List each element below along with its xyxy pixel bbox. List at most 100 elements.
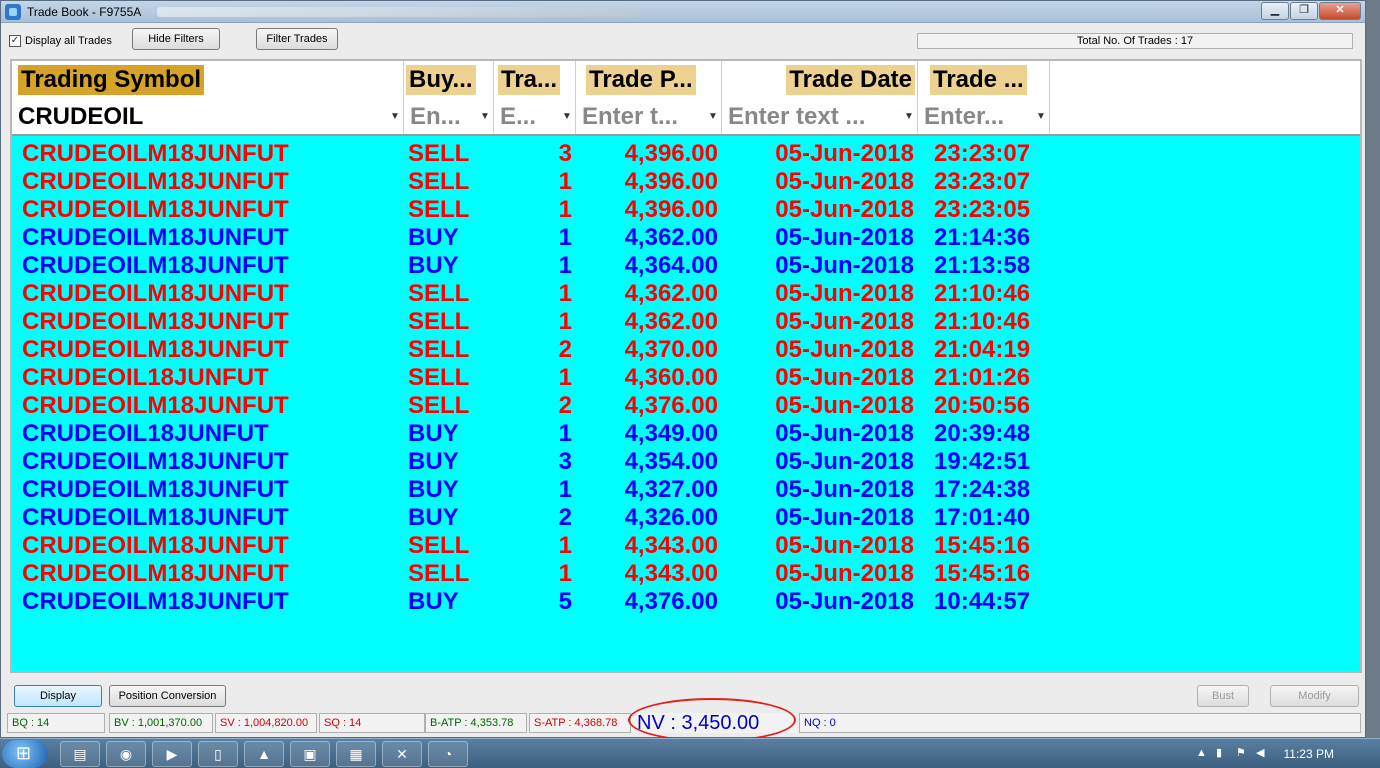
close-button[interactable]: ✕ [1319, 2, 1361, 20]
window-icon[interactable]: ▣ [290, 741, 330, 767]
column-header-trade-time[interactable]: Trade ... [918, 61, 1050, 98]
trade-grid[interactable]: Trading Symbol Buy... Tra... Trade P... … [10, 59, 1362, 673]
taskbar-clock[interactable]: 11:23 PM [1284, 747, 1334, 761]
media-player-icon[interactable]: ▶ [152, 741, 192, 767]
cell-buy-sell: SELL [408, 364, 470, 391]
cell-trade-qty: 2 [558, 336, 572, 363]
cell-trade-time: 15:45:16 [934, 532, 1031, 559]
excel-icon[interactable]: ✕ [382, 741, 422, 767]
filter-funnel-icon[interactable]: ▼ [389, 110, 401, 124]
cell-trading-symbol: CRUDEOILM18JUNFUT [22, 532, 289, 559]
cell-trade-qty: 1 [558, 476, 572, 503]
signal-icon[interactable]: ▮ [1216, 746, 1222, 759]
filter-cell-trade-qty[interactable]: E... ▼ [494, 98, 576, 134]
explorer-icon[interactable]: ▤ [60, 741, 100, 767]
title-bar[interactable]: Trade Book - F9755A ▁ ❐ ✕ [1, 1, 1365, 23]
filter-cell-trading-symbol[interactable]: CRUDEOIL ▼ [12, 98, 404, 134]
cell-buy-sell: SELL [408, 392, 470, 419]
volume-icon[interactable]: ◀ [1256, 746, 1264, 759]
cell-trade-time: 10:44:57 [934, 588, 1031, 615]
cell-trade-date: 05-Jun-2018 [775, 588, 914, 615]
cell-trade-date: 05-Jun-2018 [775, 448, 914, 475]
modify-button[interactable]: Modify [1270, 685, 1359, 707]
filter-trades-button[interactable]: Filter Trades [256, 28, 338, 50]
table-row[interactable]: CRUDEOIL18JUNFUT BUY 1 4,349.00 05-Jun-2018 2… [12, 420, 1360, 448]
trading-app-icon[interactable]: ▲ [244, 741, 284, 767]
table-row[interactable]: CRUDEOILM18JUNFUT SELL 1 4,362.00 05-Jun-201… [12, 280, 1360, 308]
cell-trading-symbol: CRUDEOILM18JUNFUT [22, 308, 289, 335]
table-row[interactable]: CRUDEOILM18JUNFUT BUY 1 4,327.00 05-Jun-2018… [12, 476, 1360, 504]
calculator-icon[interactable]: ▦ [336, 741, 376, 767]
filter-funnel-icon[interactable]: ▼ [561, 110, 573, 124]
column-header-trade-qty[interactable]: Tra... [494, 61, 576, 98]
bust-button[interactable]: Bust [1197, 685, 1249, 707]
table-row[interactable]: CRUDEOILM18JUNFUT SELL 3 4,396.00 05-Jun-201… [12, 140, 1360, 168]
cell-trade-time: 17:01:40 [934, 504, 1031, 531]
cell-trade-date: 05-Jun-2018 [775, 476, 914, 503]
start-button[interactable] [2, 740, 48, 768]
table-row[interactable]: CRUDEOILM18JUNFUT BUY 1 4,362.00 05-Jun-2018… [12, 224, 1360, 252]
display-button[interactable]: Display [14, 685, 102, 707]
document-icon[interactable]: ▯ [198, 741, 238, 767]
filter-input-trade-price[interactable]: Enter t... [582, 102, 678, 132]
display-all-trades-checkbox[interactable]: ✓ Display all Trades [9, 35, 112, 47]
table-row[interactable]: CRUDEOILM18JUNFUT SELL 1 4,396.00 05-Jun-201… [12, 196, 1360, 224]
windows-taskbar: ▤ ◉ ▶ ▯ ▲ ▣ ▦ ✕ ◔ ▲ ▮ ⚑ ◀ 11:23 PM [0, 738, 1380, 768]
cell-trade-date: 05-Jun-2018 [775, 392, 914, 419]
table-row[interactable]: CRUDEOILM18JUNFUT SELL 1 4,343.00 05-Jun-201… [12, 532, 1360, 560]
viewer-icon[interactable]: ◔ [428, 741, 468, 767]
cell-trade-time: 20:50:56 [934, 392, 1031, 419]
cell-buy-sell: BUY [408, 588, 459, 615]
cell-trade-time: 21:13:58 [934, 252, 1031, 279]
cell-trade-time: 20:39:48 [934, 420, 1031, 447]
cell-trade-price: 4,360.00 [624, 364, 718, 391]
column-header-trade-date[interactable]: Trade Date [722, 61, 918, 98]
cell-trade-price: 4,349.00 [624, 420, 718, 447]
hide-filters-button[interactable]: Hide Filters [132, 28, 220, 50]
filter-funnel-icon[interactable]: ▼ [707, 110, 719, 124]
network-icon[interactable]: ⚑ [1236, 746, 1246, 759]
filter-input-trade-qty[interactable]: E... [500, 102, 536, 132]
status-sv: SV : 1,004,820.00 [215, 713, 317, 733]
filter-cell-buy-sell[interactable]: En... ▼ [404, 98, 494, 134]
chrome-icon[interactable]: ◉ [106, 741, 146, 767]
cell-trade-price: 4,370.00 [624, 336, 718, 363]
filter-cell-trade-date[interactable]: Enter text ... ▼ [722, 98, 918, 134]
cell-trade-price: 4,327.00 [624, 476, 718, 503]
tray-arrow-icon[interactable]: ▲ [1196, 747, 1207, 759]
table-row[interactable]: CRUDEOILM18JUNFUT SELL 1 4,362.00 05-Jun-201… [12, 308, 1360, 336]
table-row[interactable]: CRUDEOILM18JUNFUT BUY 1 4,364.00 05-Jun-2018… [12, 252, 1360, 280]
table-row[interactable]: CRUDEOILM18JUNFUT BUY 2 4,326.00 05-Jun-2018… [12, 504, 1360, 532]
table-row[interactable]: CRUDEOILM18JUNFUT SELL 1 4,396.00 05-Jun-201… [12, 168, 1360, 196]
position-conversion-button[interactable]: Position Conversion [109, 685, 226, 707]
maximize-button[interactable]: ❐ [1290, 2, 1318, 20]
filter-input-trading-symbol[interactable]: CRUDEOIL [18, 102, 143, 132]
cell-trading-symbol: CRUDEOILM18JUNFUT [22, 336, 289, 363]
filter-cell-trade-time[interactable]: Enter... ▼ [918, 98, 1050, 134]
filter-input-trade-time[interactable]: Enter... [924, 102, 1004, 132]
filter-funnel-icon[interactable]: ▼ [479, 110, 491, 124]
table-row[interactable]: CRUDEOILM18JUNFUT BUY 3 4,354.00 05-Jun-2018… [12, 448, 1360, 476]
table-row[interactable]: CRUDEOILM18JUNFUT BUY 5 4,376.00 05-Jun-2018… [12, 588, 1360, 616]
filter-funnel-icon[interactable]: ▼ [1035, 110, 1047, 124]
cell-trading-symbol: CRUDEOIL18JUNFUT [22, 364, 269, 391]
column-header-buy-sell[interactable]: Buy... [404, 61, 494, 98]
cell-trading-symbol: CRUDEOILM18JUNFUT [22, 392, 289, 419]
filter-input-trade-date[interactable]: Enter text ... [728, 102, 865, 132]
table-row[interactable]: CRUDEOILM18JUNFUT SELL 1 4,343.00 05-Jun-201… [12, 560, 1360, 588]
column-header-trade-price[interactable]: Trade P... [576, 61, 722, 98]
filter-funnel-icon[interactable]: ▼ [903, 110, 915, 124]
table-row[interactable]: CRUDEOILM18JUNFUT SELL 2 4,370.00 05-Jun-201… [12, 336, 1360, 364]
table-row[interactable]: CRUDEOIL18JUNFUT SELL 1 4,360.00 05-Jun-2018… [12, 364, 1360, 392]
cell-trade-time: 19:42:51 [934, 448, 1031, 475]
minimize-button[interactable]: ▁ [1261, 2, 1289, 20]
cell-buy-sell: SELL [408, 280, 470, 307]
cell-buy-sell: SELL [408, 532, 470, 559]
filter-cell-trade-price[interactable]: Enter t... ▼ [576, 98, 722, 134]
column-header-trading-symbol[interactable]: Trading Symbol [12, 61, 404, 98]
cell-trade-qty: 1 [558, 560, 572, 587]
cell-trade-price: 4,343.00 [624, 532, 718, 559]
filter-input-buy-sell[interactable]: En... [410, 102, 461, 132]
app-icon [5, 3, 21, 20]
table-row[interactable]: CRUDEOILM18JUNFUT SELL 2 4,376.00 05-Jun-201… [12, 392, 1360, 420]
